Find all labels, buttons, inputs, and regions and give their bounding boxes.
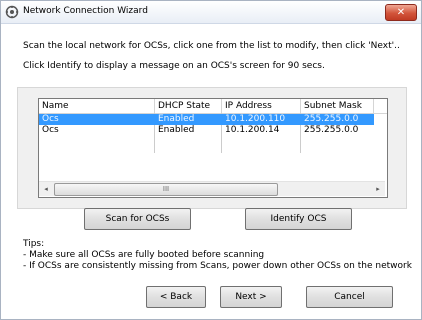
column-header-dhcp[interactable]: DHCP State [155,99,222,113]
cell-subnet: 255.255.0.0 [304,114,359,124]
scroll-left-icon[interactable]: ◂ [39,182,53,196]
cell-name: Ocs [42,114,59,124]
cell-dhcp: Enabled [158,114,195,124]
cell-subnet: 255.255.0.0 [304,125,359,135]
tip-item: - Make sure all OCSs are fully booted be… [23,250,265,260]
cell-ip: 10.1.200.14 [225,125,280,135]
scroll-right-icon[interactable]: ▸ [371,182,385,196]
wizard-window: Network Connection Wizard ✕ Scan the loc… [0,0,422,320]
identify-button[interactable]: Identify OCS [245,208,352,230]
window-title: Network Connection Wizard [23,6,148,16]
next-button[interactable]: Next > [220,286,282,308]
list-header: Name DHCP State IP Address Subnet Mask [39,99,387,114]
horizontal-scrollbar[interactable]: ◂ III ▸ [39,181,385,196]
title-bar: Network Connection Wizard ✕ [1,1,421,24]
cancel-button[interactable]: Cancel [306,286,393,308]
cell-dhcp: Enabled [158,125,195,135]
table-row[interactable]: Ocs Enabled 10.1.200.110 255.255.0.0 [39,114,374,125]
ocs-list[interactable]: Name DHCP State IP Address Subnet Mask O… [38,98,388,198]
cell-name: Ocs [42,125,59,135]
cell-ip: 10.1.200.110 [225,114,286,124]
instruction-line-2: Click Identify to display a message on a… [23,61,325,71]
scan-button[interactable]: Scan for OCSs [84,208,191,230]
back-button[interactable]: < Back [146,286,206,308]
close-button[interactable]: ✕ [385,4,417,21]
instruction-line-1: Scan the local network for OCSs, click o… [23,41,400,51]
column-header-subnet[interactable]: Subnet Mask [301,99,374,113]
column-header-name[interactable]: Name [39,99,155,113]
scrollbar-thumb[interactable]: III [54,183,278,196]
column-header-ip[interactable]: IP Address [222,99,301,113]
tip-item: - If OCSs are consistently missing from … [23,261,412,271]
table-row[interactable]: Ocs Enabled 10.1.200.14 255.255.0.0 [39,125,374,136]
network-wizard-icon [5,5,19,19]
tips-heading: Tips: [23,239,45,249]
